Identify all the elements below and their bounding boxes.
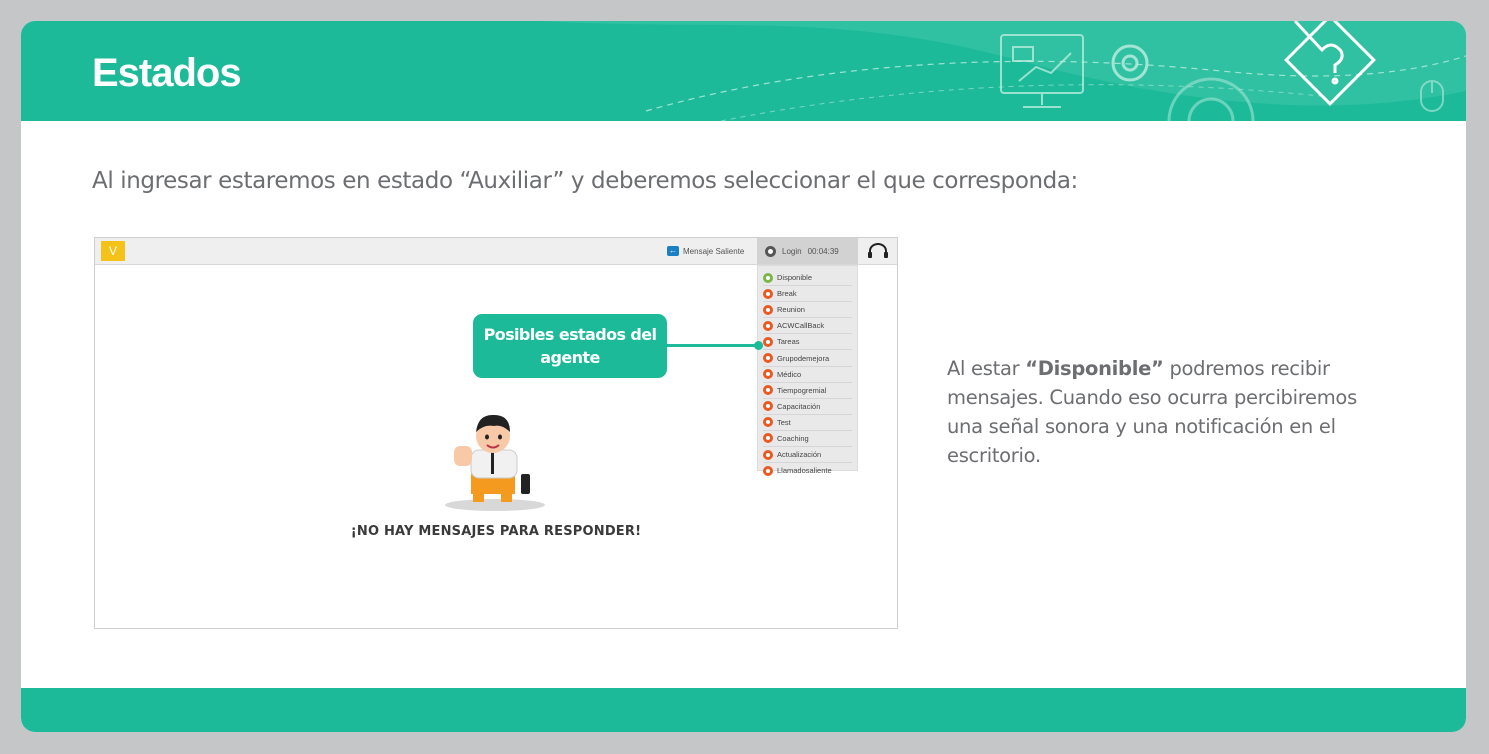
status-dot-icon (763, 401, 773, 412)
status-option[interactable]: Llamadosaliente (763, 463, 852, 478)
status-dot-icon (763, 288, 773, 299)
status-dot-icon (763, 433, 773, 444)
callout-connector (667, 344, 758, 347)
page-title: Estados (92, 51, 242, 95)
app-logo[interactable]: V (101, 241, 125, 261)
available-description: Al estar “Disponible” podremos recibir m… (947, 354, 1367, 470)
status-dot-icon (763, 417, 773, 428)
login-timer: 00:04:39 (807, 246, 839, 256)
status-option-label: Tiempogremial (777, 385, 827, 395)
headset-icon[interactable] (867, 242, 889, 260)
app-screenshot: V ← Mensaje Saliente Login 00:04:39 Disp… (94, 237, 898, 629)
login-label: Login (782, 246, 802, 256)
status-dot-icon (763, 449, 773, 460)
no-messages-text: ¡NO HAY MENSAJES PARA RESPONDER! (350, 524, 642, 539)
description-prefix: Al estar (947, 357, 1026, 380)
status-option[interactable]: Tareas (763, 334, 852, 351)
status-option-label: Actualización (777, 450, 822, 460)
slide: Estados Al ingresar estaremos en estado … (21, 21, 1466, 732)
status-option-label: Grupodemejora (777, 353, 830, 363)
status-option-label: Disponible (777, 273, 813, 283)
status-option-label: Capacitación (777, 401, 821, 411)
status-dot-icon (763, 304, 773, 315)
intro-text: Al ingresar estaremos en estado “Auxilia… (92, 168, 1078, 194)
outgoing-message-label: Mensaje Saliente (683, 246, 745, 256)
status-icon (765, 245, 776, 257)
footer-bar (21, 688, 1466, 732)
status-option-label: Test (777, 417, 791, 427)
status-option-label: Reunion (777, 305, 805, 315)
callout-states: Posibles estados del agente (473, 314, 667, 378)
status-option-label: Llamadosaliente (777, 466, 832, 476)
exit-arrow-icon: ← (667, 246, 679, 256)
status-menu: Disponible Break Reunion ACWCallBack Tareas G… (757, 265, 858, 476)
outgoing-message-button[interactable]: ← Mensaje Saliente (667, 238, 744, 264)
login-status-dropdown[interactable]: Login 00:04:39 (757, 238, 858, 264)
status-option-label: Coaching (777, 433, 809, 443)
status-option-label: Break (777, 289, 797, 299)
status-option[interactable]: Break (763, 286, 852, 303)
status-option[interactable]: Tiempogremial (763, 383, 852, 399)
status-dot-icon (763, 369, 773, 380)
status-option[interactable]: Coaching (763, 431, 852, 448)
status-option[interactable]: Médico (763, 367, 852, 383)
status-option[interactable]: Reunion (763, 302, 852, 319)
status-option[interactable]: Disponible (763, 270, 852, 287)
status-option[interactable]: Grupodemejora (763, 350, 852, 367)
status-option[interactable]: Capacitación (763, 399, 852, 415)
header-banner: Estados (21, 21, 1466, 121)
status-dot-icon (763, 465, 773, 476)
status-dot-icon (763, 272, 773, 283)
description-bold: “Disponible” (1025, 357, 1164, 380)
status-dot-icon (763, 385, 773, 396)
status-dot-icon (763, 320, 773, 331)
status-dot-icon (763, 353, 773, 364)
status-dot-icon (763, 336, 773, 347)
agent-character-icon (445, 414, 545, 511)
callout-connector-dot (754, 341, 763, 350)
app-top-bar: V ← Mensaje Saliente Login 00:04:39 (95, 238, 897, 265)
status-option[interactable]: Actualización (763, 447, 852, 464)
status-option-label: Médico (777, 369, 802, 379)
status-option[interactable]: Test (763, 415, 852, 431)
status-option[interactable]: ACWCallBack (763, 318, 852, 335)
status-option-label: Tareas (777, 337, 800, 347)
status-option-label: ACWCallBack (777, 321, 825, 331)
